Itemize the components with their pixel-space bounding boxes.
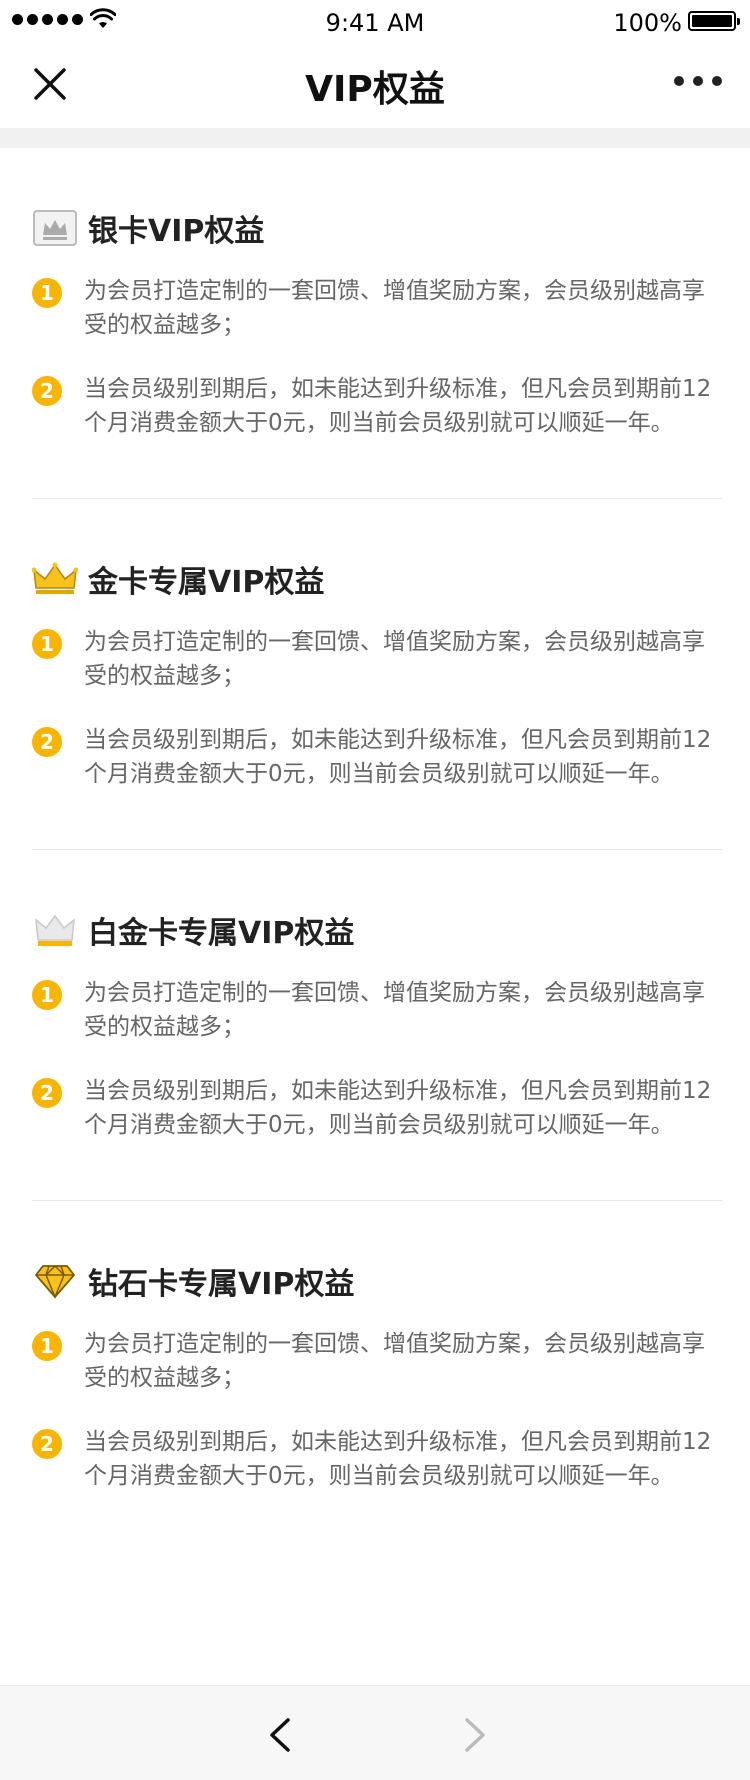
section-platinum: 白金卡专属VIP权益 1 为会员打造定制的一套回馈、增值奖励方案，会员级别越高享… bbox=[32, 900, 722, 1201]
number-badge: 1 bbox=[32, 980, 62, 1010]
benefit-text: 当会员级别到期后，如未能达到升级标准，但凡会员到期前12个月消费金额大于0元，则… bbox=[84, 727, 712, 787]
number-badge: 1 bbox=[32, 1331, 62, 1361]
navigation-bar: VIP权益 bbox=[0, 40, 750, 128]
header-divider-bar bbox=[0, 128, 750, 148]
gold-crown-icon bbox=[32, 559, 78, 599]
section-header: 金卡专属VIP权益 bbox=[32, 549, 722, 609]
section-header: 银卡VIP权益 bbox=[32, 198, 722, 258]
battery-icon bbox=[688, 11, 740, 31]
benefits-content: 银卡VIP权益 1 为会员打造定制的一套回馈、增值奖励方案，会员级别越高享受的权… bbox=[32, 148, 722, 1551]
benefit-text: 为会员打造定制的一套回馈、增值奖励方案，会员级别越高享受的权益越多； bbox=[84, 278, 705, 338]
section-header: 白金卡专属VIP权益 bbox=[32, 900, 722, 960]
section-silver: 银卡VIP权益 1 为会员打造定制的一套回馈、增值奖励方案，会员级别越高享受的权… bbox=[32, 198, 722, 499]
platinum-crown-icon bbox=[32, 910, 78, 950]
section-title: 金卡专属VIP权益 bbox=[88, 565, 325, 600]
chevron-left-icon[interactable] bbox=[260, 1712, 300, 1758]
benefit-text: 当会员级别到期后，如未能达到升级标准，但凡会员到期前12个月消费金额大于0元，则… bbox=[84, 1078, 712, 1138]
benefit-text: 为会员打造定制的一套回馈、增值奖励方案，会员级别越高享受的权益越多； bbox=[84, 629, 705, 689]
diamond-icon bbox=[32, 1261, 78, 1301]
number-badge: 2 bbox=[32, 1429, 62, 1459]
number-badge: 2 bbox=[32, 376, 62, 406]
benefit-list: 1 为会员打造定制的一套回馈、增值奖励方案，会员级别越高享受的权益越多； 2 当… bbox=[32, 274, 722, 498]
section-title: 银卡VIP权益 bbox=[88, 214, 265, 249]
benefit-text: 当会员级别到期后，如未能达到升级标准，但凡会员到期前12个月消费金额大于0元，则… bbox=[84, 1429, 712, 1489]
list-item: 2 当会员级别到期后，如未能达到升级标准，但凡会员到期前12个月消费金额大于0元… bbox=[32, 1425, 722, 1493]
benefit-text: 当会员级别到期后，如未能达到升级标准，但凡会员到期前12个月消费金额大于0元，则… bbox=[84, 376, 712, 436]
more-icon[interactable] bbox=[674, 76, 722, 86]
section-title: 钻石卡专属VIP权益 bbox=[88, 1267, 355, 1302]
battery-percentage: 100% bbox=[613, 9, 682, 37]
benefit-list: 1 为会员打造定制的一套回馈、增值奖励方案，会员级别越高享受的权益越多； 2 当… bbox=[32, 1327, 722, 1551]
benefit-list: 1 为会员打造定制的一套回馈、增值奖励方案，会员级别越高享受的权益越多； 2 当… bbox=[32, 625, 722, 849]
number-badge: 2 bbox=[32, 1078, 62, 1108]
list-item: 1 为会员打造定制的一套回馈、增值奖励方案，会员级别越高享受的权益越多； bbox=[32, 1327, 722, 1395]
number-badge: 1 bbox=[32, 278, 62, 308]
list-item: 2 当会员级别到期后，如未能达到升级标准，但凡会员到期前12个月消费金额大于0元… bbox=[32, 372, 722, 440]
number-badge: 2 bbox=[32, 727, 62, 757]
benefit-list: 1 为会员打造定制的一套回馈、增值奖励方案，会员级别越高享受的权益越多； 2 当… bbox=[32, 976, 722, 1200]
silver-crown-icon bbox=[32, 208, 78, 248]
section-gold: 金卡专属VIP权益 1 为会员打造定制的一套回馈、增值奖励方案，会员级别越高享受… bbox=[32, 549, 722, 850]
list-item: 1 为会员打造定制的一套回馈、增值奖励方案，会员级别越高享受的权益越多； bbox=[32, 976, 722, 1044]
list-item: 2 当会员级别到期后，如未能达到升级标准，但凡会员到期前12个月消费金额大于0元… bbox=[32, 723, 722, 791]
number-badge: 1 bbox=[32, 629, 62, 659]
section-header: 钻石卡专属VIP权益 bbox=[32, 1251, 722, 1311]
status-bar: 9:41 AM 100% bbox=[0, 0, 750, 40]
page-title: VIP权益 bbox=[305, 69, 445, 110]
chevron-right-icon[interactable] bbox=[455, 1712, 495, 1758]
list-item: 1 为会员打造定制的一套回馈、增值奖励方案，会员级别越高享受的权益越多； bbox=[32, 274, 722, 342]
benefit-text: 为会员打造定制的一套回馈、增值奖励方案，会员级别越高享受的权益越多； bbox=[84, 1331, 705, 1391]
section-diamond: 钻石卡专属VIP权益 1 为会员打造定制的一套回馈、增值奖励方案，会员级别越高享… bbox=[32, 1251, 722, 1551]
section-title: 白金卡专属VIP权益 bbox=[88, 916, 355, 951]
list-item: 1 为会员打造定制的一套回馈、增值奖励方案，会员级别越高享受的权益越多； bbox=[32, 625, 722, 693]
list-item: 2 当会员级别到期后，如未能达到升级标准，但凡会员到期前12个月消费金额大于0元… bbox=[32, 1074, 722, 1142]
benefit-text: 为会员打造定制的一套回馈、增值奖励方案，会员级别越高享受的权益越多； bbox=[84, 980, 705, 1040]
bottom-toolbar bbox=[0, 1685, 750, 1780]
